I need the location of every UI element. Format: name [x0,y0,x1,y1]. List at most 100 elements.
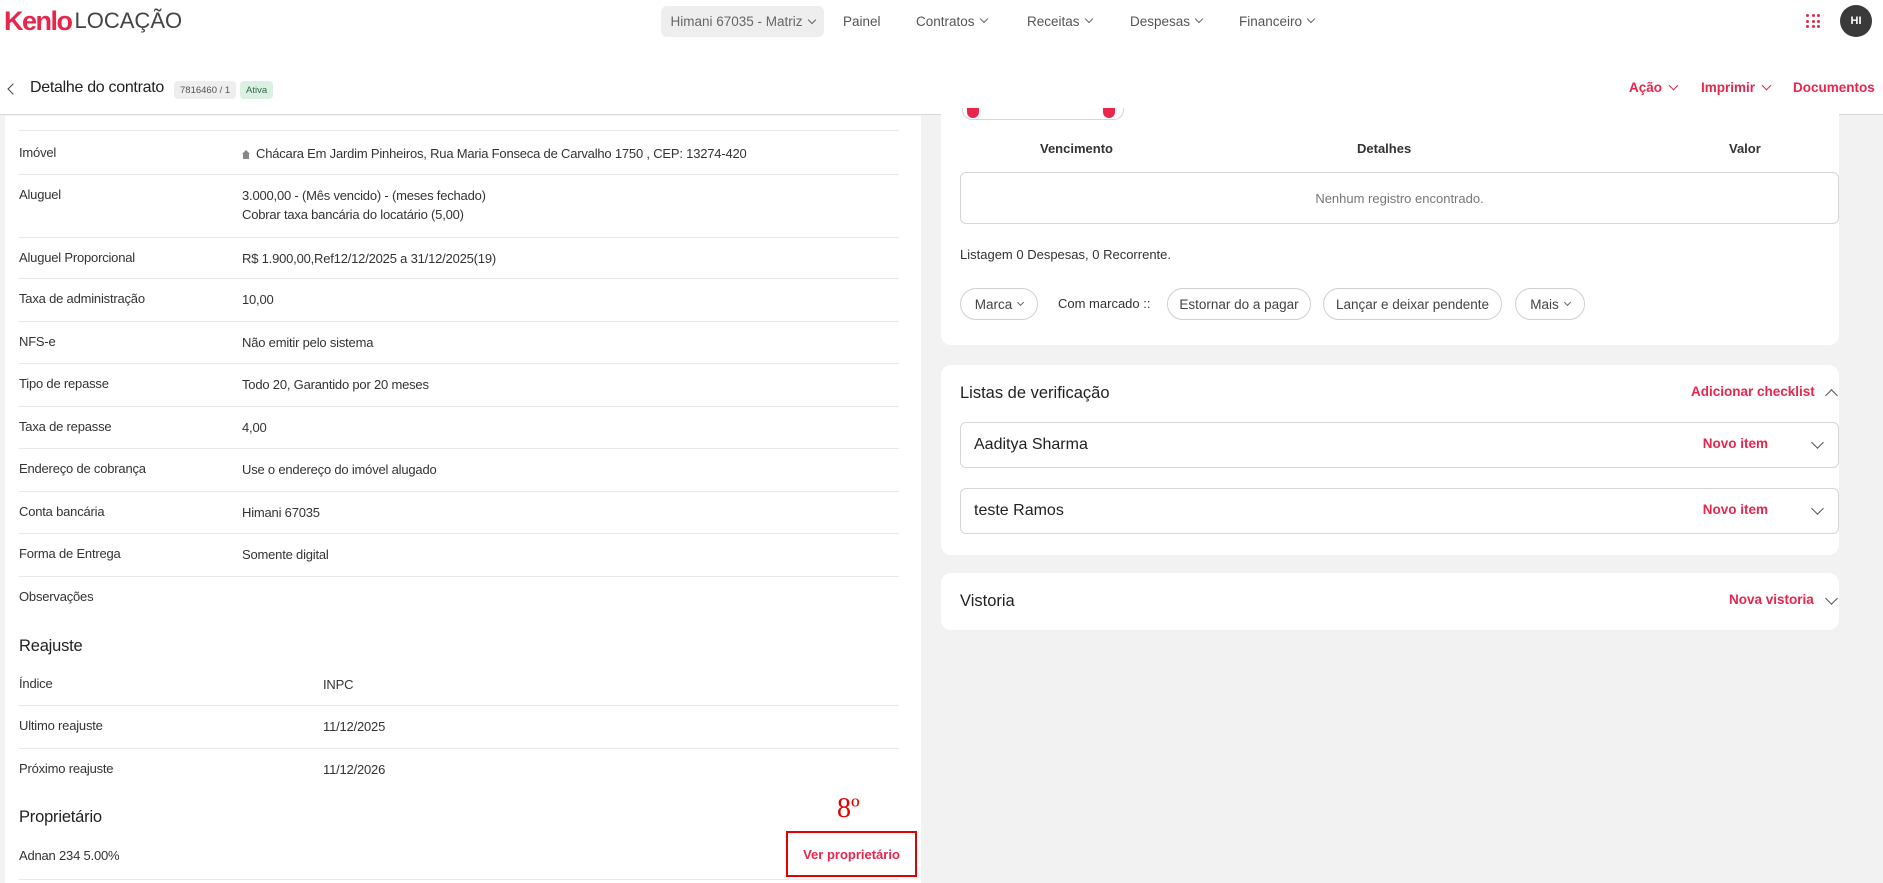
detail-label: Taxa de administração [19,291,145,306]
detail-label: Observações [19,589,94,604]
proprietario-title: Proprietário [19,808,102,826]
lancar-label: Lançar e deixar pendente [1335,296,1490,312]
back-arrow-icon[interactable] [7,83,19,95]
chevron-down-icon [1668,80,1679,91]
detail-row-taxa-admin: Taxa de administração 10,00 [19,279,899,322]
marca-dropdown[interactable]: Marca [960,288,1038,320]
imovel-address[interactable]: Chácara Em Jardim Pinheiros, Rua Maria F… [256,146,747,161]
step-marker: 8º [837,793,860,824]
status-badge: Ativa [240,81,274,99]
detail-value: 10,00 [242,292,274,307]
listing-summary: Listagem 0 Despesas, 0 Recorrente. [960,247,1171,262]
detail-row-nfse: NFS-e Não emitir pelo sistema [19,322,899,364]
detail-value: Chácara Em Jardim Pinheiros, Rua Maria F… [242,144,747,163]
detail-value: INPC [323,677,354,692]
contract-id-badge: 7816460 / 1 [174,81,237,99]
acao-dropdown[interactable]: Ação [1629,80,1679,95]
detail-row-aluguel-proporcional: Aluguel Proporcional R$ 1.900,00,Ref12/1… [19,238,899,279]
nav-despesas[interactable]: Despesas [1130,10,1204,32]
detail-row-forma-entrega: Forma de Entrega Somente digital [19,534,899,577]
nav-financeiro-label: Financeiro [1239,13,1303,29]
reajuste-title: Reajuste [19,637,83,655]
column-header-detalhes[interactable]: Detalhes [1357,141,1411,156]
chevron-down-icon [1017,298,1025,306]
chevron-down-icon [1761,80,1772,91]
nav-receitas-label: Receitas [1027,13,1080,29]
chevron-down-icon [807,15,816,24]
nav-contratos[interactable]: Contratos [916,10,988,32]
detail-row-endereco-cobranca: Endereço de cobrança Use o endereço do i… [19,449,899,492]
chevron-down-icon [1194,14,1204,24]
detail-value: 11/12/2025 [323,719,386,734]
checklist-name: teste Ramos [974,502,1064,519]
detail-label: Tipo de repasse [19,376,109,391]
checklist-item[interactable]: teste Ramos Novo item [960,488,1839,534]
nova-vistoria-link[interactable]: Nova vistoria [1729,592,1814,607]
vistoria-title: Vistoria [960,592,1015,610]
lancar-pendente-button[interactable]: Lançar e deixar pendente [1323,288,1502,320]
estornar-label: Estornar do a pagar [1179,296,1299,312]
nav-painel-label: Painel [843,13,881,29]
detail-value: Himani 67035 [242,505,320,520]
ver-proprietario-button[interactable]: Ver proprietário [786,831,917,877]
nav-financeiro[interactable]: Financeiro [1239,10,1316,32]
com-marcado-label: Com marcado :: [1058,296,1151,311]
proprietario-row: Adnan 234 5.00% [19,836,899,880]
detail-row-conta-bancaria: Conta bancária Himani 67035 [19,492,899,534]
novo-item-link[interactable]: Novo item [1703,436,1768,451]
imprimir-dropdown[interactable]: Imprimir [1701,80,1772,95]
avatar[interactable]: HI [1840,5,1872,37]
marca-label: Marca [974,296,1013,312]
nav-receitas[interactable]: Receitas [1027,10,1093,32]
novo-item-link[interactable]: Novo item [1703,502,1768,517]
detail-label: Imóvel [19,145,57,160]
nav-contratos-label: Contratos [916,13,975,29]
empty-state-text: Nenhum registro encontrado. [1315,190,1484,206]
adicionar-checklist-link[interactable]: Adicionar checklist [1691,384,1815,399]
column-header-vencimento[interactable]: Vencimento [1040,141,1113,156]
imprimir-label: Imprimir [1701,80,1756,95]
detail-label: Índice [19,676,53,691]
tenant-label: Himani 67035 - Matriz [670,14,803,29]
detail-label: Forma de Entrega [19,546,121,561]
chevron-down-icon [1084,14,1093,24]
detail-value: Todo 20, Garantido por 20 meses [242,377,429,392]
page-title: Detalhe do contrato [30,79,164,96]
detail-label: NFS-e [19,334,56,349]
nav-painel[interactable]: Painel [843,10,881,32]
chevron-down-icon[interactable] [1811,502,1824,515]
detail-value: R$ 1.900,00,Ref12/12/2025 a 31/12/2025(1… [242,251,496,266]
mais-dropdown[interactable]: Mais [1515,288,1585,320]
checklist-name: Aaditya Sharma [974,436,1088,453]
detail-value: 3.000,00 - (Mês vencido) - (meses fechad… [242,188,486,203]
detail-value: 4,00 [242,420,267,435]
kenlo-logo[interactable]: Kenlo LOCAÇÃO [4,6,182,36]
documentos-label: Documentos [1793,80,1875,95]
detail-row-observacoes: Observações [19,577,899,619]
logo-main: Kenlo [4,5,73,36]
vistoria-card [941,573,1839,630]
detail-value: Use o endereço do imóvel alugado [242,462,437,477]
detail-value-secondary: Cobrar taxa bancária do locatário (5,00) [242,207,464,222]
chevron-down-icon[interactable] [1811,436,1824,449]
reajuste-row-ultimo: Ultimo reajuste 11/12/2025 [19,706,899,749]
apps-grid-icon[interactable] [1806,14,1820,28]
detail-row-aluguel: Aluguel 3.000,00 - (Mês vencido) - (mese… [19,175,899,238]
tenant-selector[interactable]: Himani 67035 - Matriz [661,6,824,37]
detail-label: Ultimo reajuste [19,718,103,733]
top-navbar: Kenlo LOCAÇÃO Himani 67035 - Matriz Pain… [0,0,1883,42]
detail-row-tipo-repasse: Tipo de repasse Todo 20, Garantido por 2… [19,364,899,407]
detail-label: Conta bancária [19,504,105,519]
checklist-item[interactable]: Aaditya Sharma Novo item [960,422,1839,468]
documentos-link[interactable]: Documentos [1793,80,1875,95]
owner-name: Adnan 234 5.00% [19,848,120,863]
detail-label: Aluguel [19,187,61,202]
checklists-title: Listas de verificação [960,384,1110,402]
chevron-down-icon [1563,298,1571,306]
nav-despesas-label: Despesas [1130,13,1191,29]
column-header-valor[interactable]: Valor [1729,141,1761,156]
detail-label: Taxa de repasse [19,419,112,434]
estornar-button[interactable]: Estornar do a pagar [1167,288,1311,320]
mais-label: Mais [1530,296,1559,312]
detail-value: Não emitir pelo sistema [242,335,374,350]
